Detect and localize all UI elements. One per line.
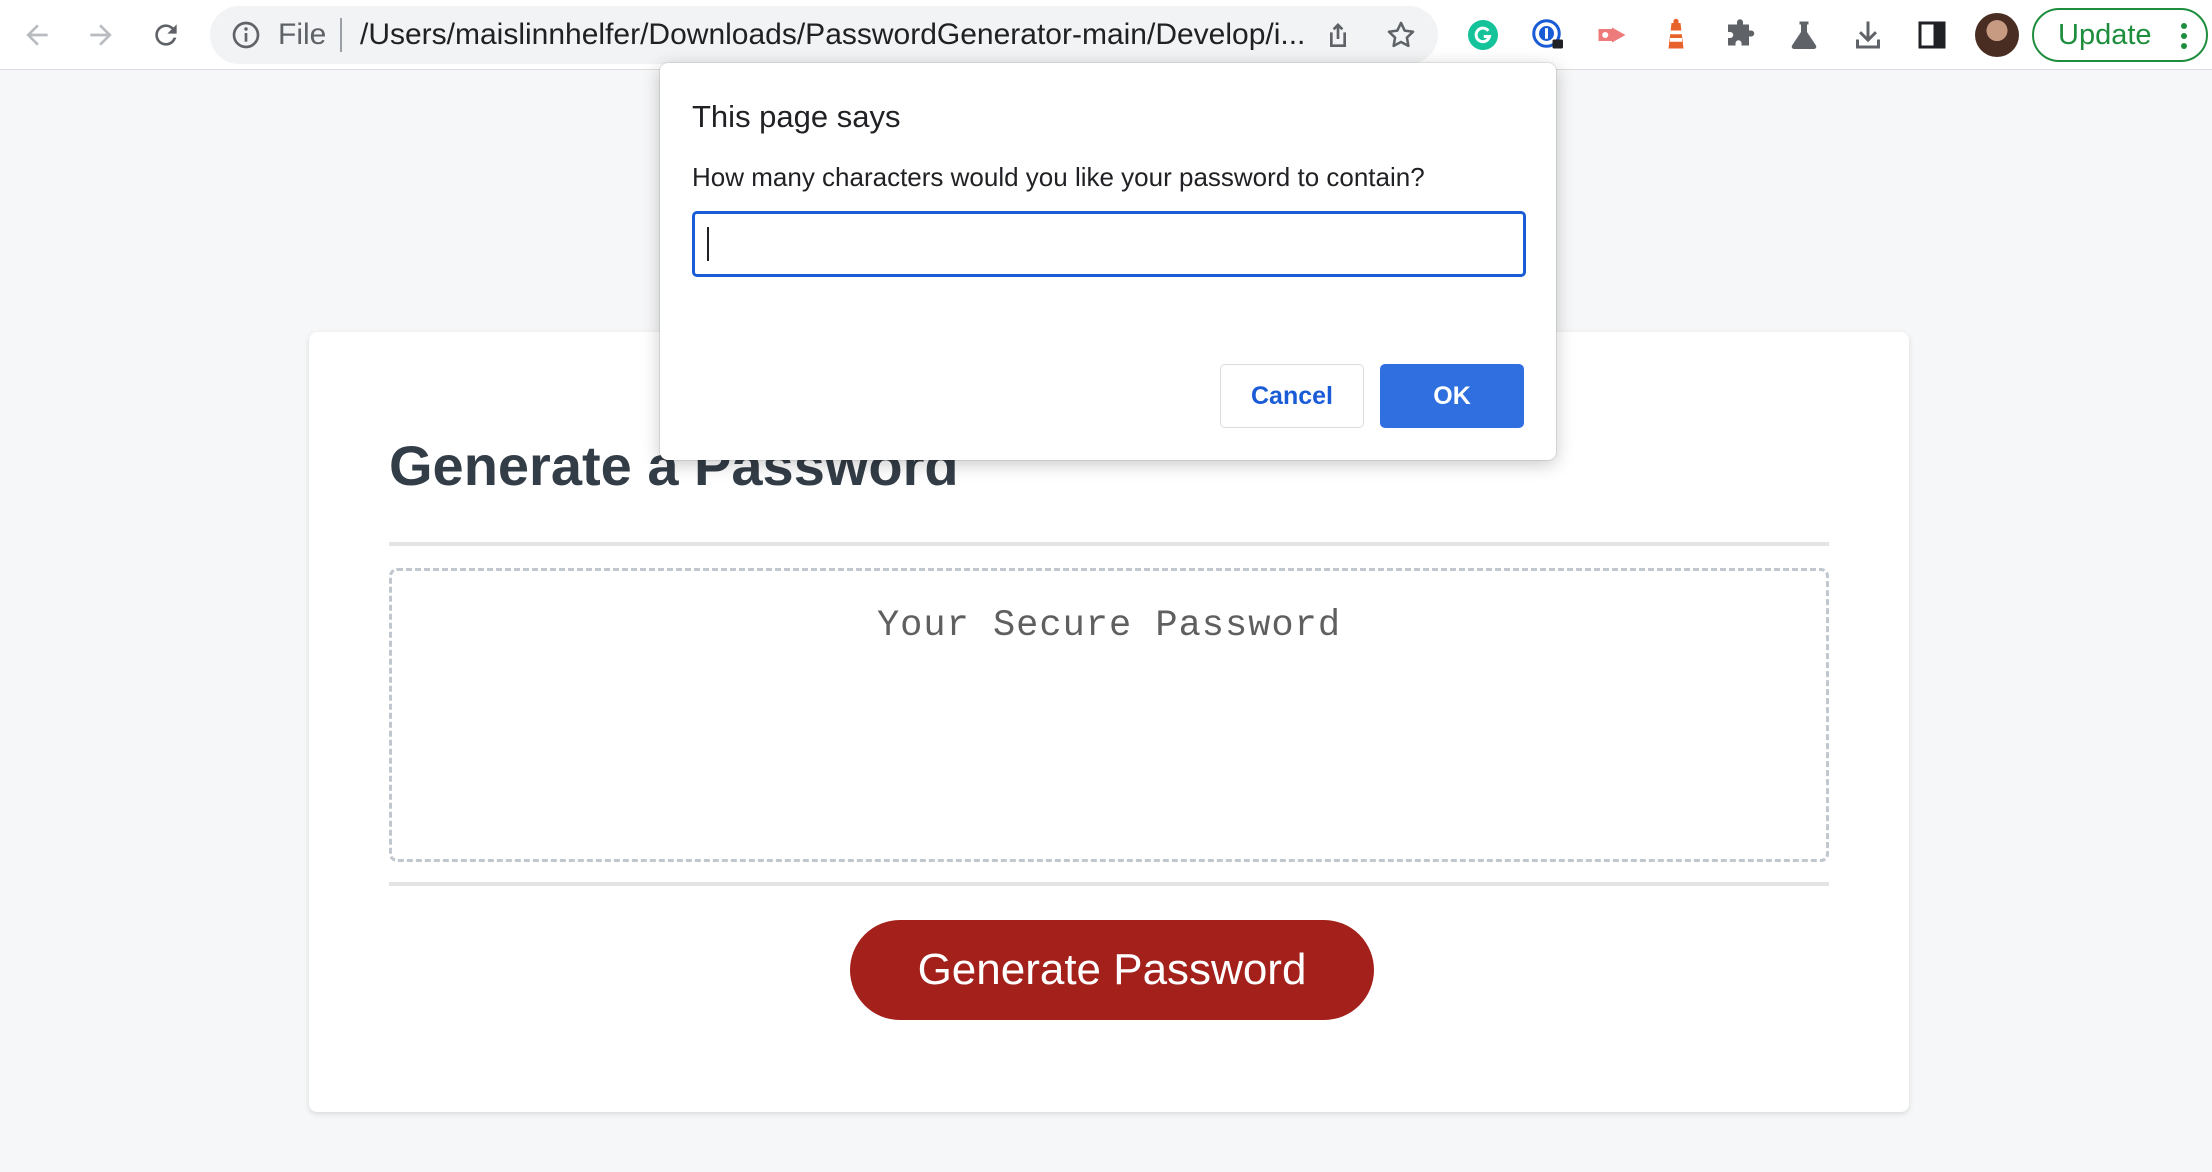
dialog-title: This page says [692, 99, 901, 134]
extensions-puzzle-icon[interactable] [1720, 15, 1760, 55]
text-caret [707, 227, 709, 261]
divider-bottom [389, 882, 1829, 886]
labs-flask-icon[interactable] [1784, 15, 1824, 55]
prompt-dialog: This page says How many characters would… [660, 63, 1556, 460]
dialog-message: How many characters would you like your … [692, 162, 1425, 192]
screen-recorder-extension-icon[interactable] [1592, 15, 1632, 55]
update-button-label: Update [2058, 18, 2152, 51]
cancel-button[interactable]: Cancel [1220, 364, 1364, 428]
password-output[interactable]: Your Secure Password [389, 568, 1829, 862]
password-manager-extension-icon[interactable] [1528, 15, 1568, 55]
forward-arrow-icon[interactable] [80, 14, 122, 56]
url-separator [340, 18, 342, 52]
reload-icon[interactable] [145, 14, 187, 56]
password-placeholder: Your Secure Password [876, 605, 1342, 647]
downloads-icon[interactable] [1848, 15, 1888, 55]
lighthouse-extension-icon[interactable] [1656, 15, 1696, 55]
share-icon[interactable] [1322, 19, 1354, 51]
address-bar[interactable]: File /Users/maislinnhelfer/Downloads/Pas… [210, 6, 1438, 64]
more-vert-icon [2181, 23, 2187, 49]
side-panel-icon[interactable] [1912, 15, 1952, 55]
url-scheme-label: File [278, 18, 327, 51]
back-arrow-icon[interactable] [16, 14, 58, 56]
generate-password-button[interactable]: Generate Password [850, 920, 1374, 1020]
profile-avatar[interactable] [1975, 13, 2019, 57]
url-text[interactable]: /Users/maislinnhelfer/Downloads/Password… [360, 19, 1305, 51]
update-button[interactable]: Update [2032, 8, 2208, 62]
ok-button[interactable]: OK [1380, 364, 1524, 428]
star-icon[interactable] [1384, 18, 1418, 52]
grammarly-extension-icon[interactable] [1463, 15, 1503, 55]
browser-toolbar: File /Users/maislinnhelfer/Downloads/Pas… [0, 0, 2212, 70]
divider-top [389, 542, 1829, 546]
info-icon[interactable] [230, 19, 262, 51]
prompt-input[interactable] [692, 211, 1526, 277]
